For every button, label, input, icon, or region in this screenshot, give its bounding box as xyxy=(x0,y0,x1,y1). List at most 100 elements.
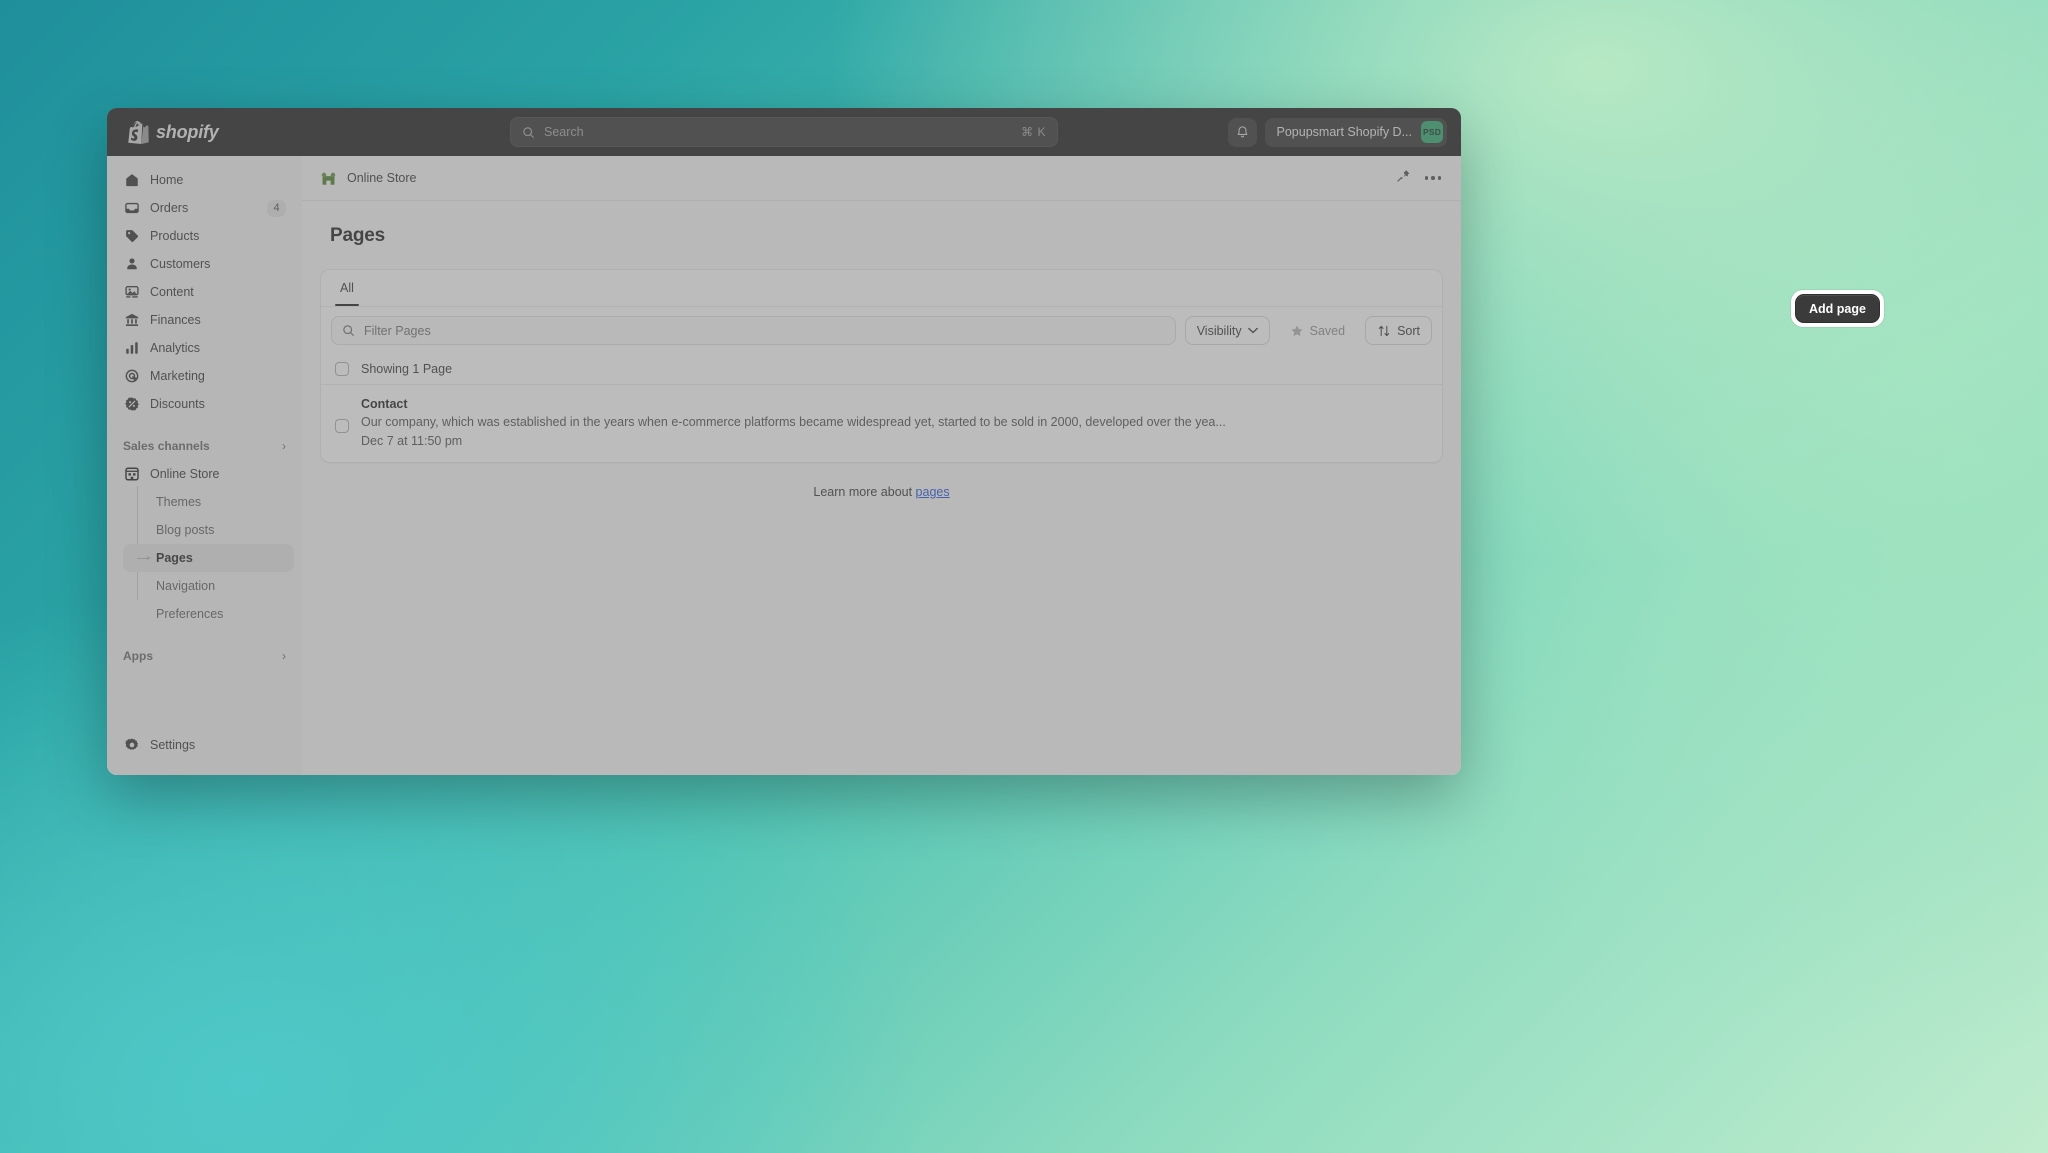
sidebar-item-marketing[interactable]: Marketing xyxy=(115,362,294,390)
finances-bank-icon xyxy=(123,312,140,329)
sort-label: Sort xyxy=(1397,323,1420,338)
sidebar-item-label: Orders xyxy=(150,201,189,215)
showing-count-label: Showing 1 Page xyxy=(361,362,453,376)
breadcrumb-actions xyxy=(1396,168,1441,188)
sidebar-item-label: Settings xyxy=(150,738,196,752)
sidebar-item-label: Home xyxy=(150,173,184,187)
bell-icon xyxy=(1237,125,1247,137)
sales-channels-label: Sales channels xyxy=(123,439,210,453)
sidebar-item-home[interactable]: Home xyxy=(115,166,294,194)
search-icon xyxy=(343,325,354,336)
tab-label: All xyxy=(340,281,354,295)
sidebar-item-blog-posts[interactable]: Blog posts xyxy=(123,516,294,544)
sidebar-item-label: Online Store xyxy=(150,467,220,481)
sidebar-item-pages[interactable]: Pages xyxy=(123,544,294,572)
sidebar-item-preferences[interactable]: Preferences xyxy=(123,600,294,628)
page-name: Contact xyxy=(361,397,408,411)
tab-all[interactable]: All xyxy=(329,270,365,306)
add-page-focus-ring: Add page xyxy=(1791,290,1884,327)
visibility-filter-button[interactable]: Visibility xyxy=(1184,316,1270,345)
learn-more-footer: Learn more about pages xyxy=(320,485,1443,499)
sidebar-item-label: Analytics xyxy=(150,341,201,355)
saved-views-button[interactable]: Saved xyxy=(1279,316,1356,345)
chevron-down-icon xyxy=(1247,327,1258,334)
sidebar-item-finances[interactable]: Finances xyxy=(115,306,294,334)
saved-label: Saved xyxy=(1309,323,1346,338)
add-page-button[interactable]: Add page xyxy=(1795,294,1880,323)
account-name: Popupsmart Shopify D... xyxy=(1276,125,1412,139)
sidebar-item-discounts[interactable]: Discounts xyxy=(115,390,294,418)
home-icon xyxy=(123,172,140,189)
online-store-badge-icon xyxy=(321,172,336,185)
page-header: Pages xyxy=(320,225,1443,247)
page-date: Dec 7 at 11:50 pm xyxy=(361,434,463,448)
store-icon xyxy=(123,466,140,483)
pages-card: All Filter Pages Visibility Saved Sort S… xyxy=(320,269,1443,463)
pin-icon[interactable] xyxy=(1396,168,1411,188)
sidebar-item-label: Products xyxy=(150,229,200,243)
products-tag-icon xyxy=(123,228,140,245)
visibility-label: Visibility xyxy=(1196,323,1242,338)
sidebar-item-customers[interactable]: Customers xyxy=(115,250,294,278)
sidebar-item-label: Navigation xyxy=(156,579,216,593)
star-icon xyxy=(1291,324,1303,336)
search-icon xyxy=(523,126,534,138)
learn-more-text: Learn more about xyxy=(813,485,916,499)
sidebar-item-content[interactable]: Content xyxy=(115,278,294,306)
apps-label: Apps xyxy=(123,649,153,663)
chevron-right-icon: › xyxy=(282,439,286,453)
row-checkbox[interactable] xyxy=(335,419,349,433)
global-search-input[interactable]: Search ⌘ K xyxy=(510,117,1058,147)
filter-pages-placeholder: Filter Pages xyxy=(364,323,431,338)
select-all-row: Showing 1 Page xyxy=(321,354,1442,385)
breadcrumb-bar: Online Store xyxy=(302,156,1461,201)
gear-icon xyxy=(123,737,140,754)
row-body: Contact Our company, which was establish… xyxy=(361,397,1428,448)
sidebar-item-products[interactable]: Products xyxy=(115,222,294,250)
shopify-wordmark: shopify xyxy=(156,121,219,142)
account-menu-button[interactable]: Popupsmart Shopify D... PSD xyxy=(1264,117,1447,147)
apps-group-header[interactable]: Apps › xyxy=(115,642,294,670)
sidebar-item-label: Preferences xyxy=(156,607,224,621)
sidebar-item-label: Discounts xyxy=(150,397,205,411)
more-horizontal-icon[interactable] xyxy=(1424,176,1441,180)
app-shell: Home Orders 4 Products Customers Content… xyxy=(107,156,1461,775)
shopify-bag-icon xyxy=(128,120,149,144)
sidebar-item-navigation[interactable]: Navigation xyxy=(123,572,294,600)
filter-toolbar: Filter Pages Visibility Saved Sort xyxy=(321,307,1442,354)
notifications-button[interactable] xyxy=(1227,117,1257,147)
sidebar-item-themes[interactable]: Themes xyxy=(123,488,294,516)
discounts-percent-icon xyxy=(123,396,140,413)
sidebar-item-label: Customers xyxy=(150,257,211,271)
sidebar-item-label: Pages xyxy=(156,551,193,565)
sidebar: Home Orders 4 Products Customers Content… xyxy=(107,156,302,775)
sidebar-item-orders[interactable]: Orders 4 xyxy=(115,194,294,222)
breadcrumb[interactable]: Online Store xyxy=(320,171,416,186)
sales-channels-group-header[interactable]: Sales channels › xyxy=(115,432,294,460)
content-image-icon xyxy=(123,284,140,301)
global-search-placeholder: Search xyxy=(544,125,584,139)
pages-help-link[interactable]: pages xyxy=(916,485,950,499)
shopify-logo[interactable]: shopify xyxy=(121,120,328,144)
sidebar-item-label: Themes xyxy=(156,495,202,509)
table-row[interactable]: Contact Our company, which was establish… xyxy=(321,385,1442,462)
sidebar-item-online-store[interactable]: Online Store xyxy=(115,460,294,488)
orders-count-badge: 4 xyxy=(267,199,286,217)
page-title: Pages xyxy=(330,225,385,246)
sort-button[interactable]: Sort xyxy=(1365,316,1432,345)
page-excerpt: Our company, which was established in th… xyxy=(361,415,1226,429)
search-shortcut-hint: ⌘ K xyxy=(1021,125,1046,139)
tab-bar: All xyxy=(321,270,1442,307)
sidebar-item-label: Blog posts xyxy=(156,523,215,537)
main-content: Online Store Pages All Filter Pages Visi… xyxy=(302,156,1461,775)
filter-pages-input[interactable]: Filter Pages xyxy=(331,316,1176,345)
sidebar-item-analytics[interactable]: Analytics xyxy=(115,334,294,362)
online-store-subnav: Themes Blog posts Pages Navigation Prefe… xyxy=(115,486,294,628)
sidebar-item-label: Finances xyxy=(150,313,201,327)
sort-arrows-icon xyxy=(1378,325,1390,336)
analytics-bars-icon xyxy=(123,340,140,357)
sidebar-item-label: Content xyxy=(150,285,194,299)
sidebar-item-settings[interactable]: Settings xyxy=(115,731,294,759)
select-all-checkbox[interactable] xyxy=(335,362,349,376)
